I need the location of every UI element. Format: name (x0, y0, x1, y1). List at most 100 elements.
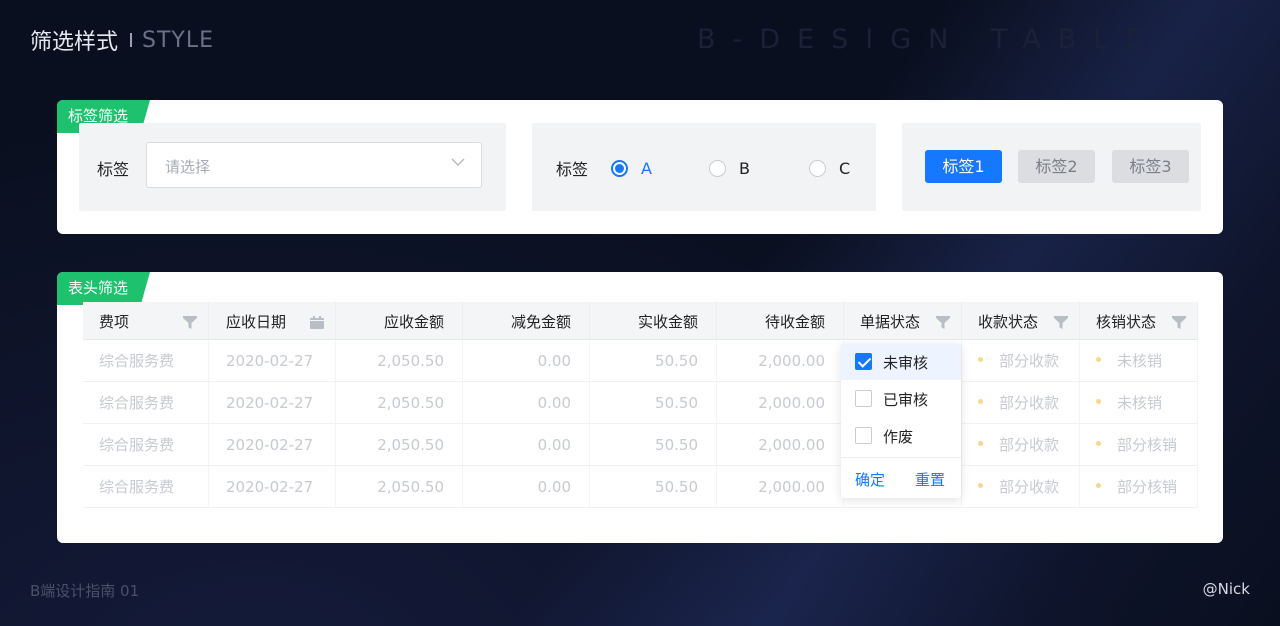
column-header-fee-item[interactable]: 费项 (83, 302, 209, 340)
cell-fee-item: 综合服务费 (83, 424, 209, 466)
status-text: 未核销 (1117, 352, 1163, 370)
table-row[interactable]: 综合服务费 2020-02-27 2,050.50 0.00 50.50 2,0… (83, 382, 1198, 424)
doc-status-filter-dropdown: 未审核 已审核 作废 确定 重置 (841, 344, 961, 498)
tag-select[interactable]: 请选择 (146, 142, 482, 188)
cell-waived: 0.00 (463, 382, 590, 424)
funnel-icon[interactable] (1054, 316, 1068, 329)
tag-filter-card: 标签筛选 标签 请选择 标签 A B C 标签1 标签2 标签3 (57, 100, 1223, 234)
cell-writeoff-status: 部分核销 (1080, 466, 1198, 508)
tag-chip-2[interactable]: 标签2 (1018, 150, 1095, 183)
footer-caption: B端设计指南 01 (30, 582, 140, 600)
status-text: 部分收款 (999, 352, 1060, 370)
table-row[interactable]: 综合服务费 2020-02-27 2,050.50 0.00 50.50 2,0… (83, 424, 1198, 466)
column-header-label: 应收日期 (226, 313, 287, 331)
status-text: 未核销 (1117, 394, 1163, 412)
calendar-icon[interactable] (310, 316, 324, 329)
funnel-icon[interactable] (1172, 316, 1186, 329)
radio-circle (709, 160, 726, 177)
column-header-payment-status[interactable]: 收款状态 (962, 302, 1080, 340)
filter-option-void[interactable]: 作废 (841, 418, 961, 454)
cell-due-date: 2020-02-27 (209, 424, 336, 466)
radio-option-label: B (739, 159, 750, 178)
funnel-icon[interactable] (183, 316, 197, 329)
column-header-label: 待收金额 (764, 313, 825, 331)
background-watermark-text: B-DESIGN TABLE (697, 24, 1160, 55)
filter-option-label: 未审核 (883, 354, 929, 372)
status-text: 部分收款 (999, 436, 1060, 454)
column-header-waived: 减免金额 (463, 302, 590, 340)
cell-received: 50.50 (590, 382, 717, 424)
reset-button[interactable]: 重置 (915, 469, 945, 490)
table-row[interactable]: 综合服务费 2020-02-27 2,050.50 0.00 50.50 2,0… (83, 466, 1198, 508)
tag-chip-3[interactable]: 标签3 (1112, 150, 1189, 183)
cell-payment-status: 部分收款 (962, 424, 1080, 466)
tag-chip-1[interactable]: 标签1 (925, 150, 1002, 183)
page-title-zh: 筛选样式 (30, 30, 119, 55)
cell-writeoff-status: 部分核销 (1080, 424, 1198, 466)
cell-fee-item: 综合服务费 (83, 466, 209, 508)
cell-due-date: 2020-02-27 (209, 466, 336, 508)
select-label: 标签 (97, 160, 130, 179)
cell-due-date: 2020-02-27 (209, 340, 336, 382)
cell-receivable: 2,050.50 (336, 382, 463, 424)
filter-option-label: 已审核 (883, 391, 929, 409)
status-text: 部分核销 (1117, 478, 1178, 496)
select-filter-panel: 标签 请选择 (79, 123, 506, 211)
column-header-doc-status[interactable]: 单据状态 (844, 302, 962, 340)
filter-option-unreviewed[interactable]: 未审核 (841, 344, 961, 380)
column-header-label: 核销状态 (1096, 313, 1157, 331)
status-dot (978, 399, 983, 404)
status-dot (1096, 399, 1101, 404)
status-dot (1096, 357, 1101, 362)
checkbox[interactable] (855, 390, 872, 407)
column-header-label: 收款状态 (978, 313, 1039, 331)
radio-option-a[interactable]: A (611, 159, 652, 178)
cell-waived: 0.00 (463, 340, 590, 382)
cell-pending: 2,000.00 (717, 424, 844, 466)
chevron-down-icon (451, 158, 465, 166)
cell-received: 50.50 (590, 466, 717, 508)
column-header-label: 单据状态 (860, 313, 921, 331)
dropdown-footer: 确定 重置 (841, 457, 961, 498)
status-text: 部分核销 (1117, 436, 1178, 454)
cell-due-date: 2020-02-27 (209, 382, 336, 424)
cell-writeoff-status: 未核销 (1080, 382, 1198, 424)
filter-option-reviewed[interactable]: 已审核 (841, 381, 961, 417)
column-header-received: 实收金额 (590, 302, 717, 340)
cell-payment-status: 部分收款 (962, 382, 1080, 424)
footer-author: @Nick (1202, 580, 1250, 598)
checkbox-checked[interactable] (855, 353, 872, 370)
column-header-receivable: 应收金额 (336, 302, 463, 340)
column-header-pending: 待收金额 (717, 302, 844, 340)
cell-pending: 2,000.00 (717, 340, 844, 382)
data-table: 费项 应收日期 应收金额 减免金额 实收金额 待收金额 单据状态 收款状态 核销… (83, 302, 1198, 517)
radio-option-c[interactable]: C (809, 159, 850, 178)
cell-fee-item: 综合服务费 (83, 382, 209, 424)
header-filter-flag: 表头筛选 (57, 272, 150, 305)
column-header-label: 减免金额 (510, 313, 571, 331)
status-text: 部分收款 (999, 478, 1060, 496)
column-header-writeoff-status[interactable]: 核销状态 (1080, 302, 1198, 340)
select-placeholder: 请选择 (165, 158, 211, 176)
status-dot (1096, 441, 1101, 446)
status-dot (1096, 483, 1101, 488)
column-header-due-date[interactable]: 应收日期 (209, 302, 336, 340)
radio-label: 标签 (556, 160, 589, 179)
status-dot (978, 441, 983, 446)
cell-waived: 0.00 (463, 424, 590, 466)
column-header-label: 实收金额 (637, 313, 698, 331)
radio-option-label: C (839, 159, 851, 178)
radio-option-b[interactable]: B (709, 159, 750, 178)
table-row[interactable]: 综合服务费 2020-02-27 2,050.50 0.00 50.50 2,0… (83, 340, 1198, 382)
chip-filter-panel: 标签1 标签2 标签3 (902, 123, 1201, 211)
cell-pending: 2,000.00 (717, 382, 844, 424)
cell-receivable: 2,050.50 (336, 466, 463, 508)
table-header: 费项 应收日期 应收金额 减免金额 实收金额 待收金额 单据状态 收款状态 核销… (83, 302, 1198, 340)
cell-pending: 2,000.00 (717, 466, 844, 508)
funnel-icon[interactable] (936, 316, 950, 329)
status-dot (978, 483, 983, 488)
column-header-label: 应收金额 (383, 313, 444, 331)
confirm-button[interactable]: 确定 (855, 469, 885, 490)
cell-fee-item: 综合服务费 (83, 340, 209, 382)
checkbox[interactable] (855, 427, 872, 444)
